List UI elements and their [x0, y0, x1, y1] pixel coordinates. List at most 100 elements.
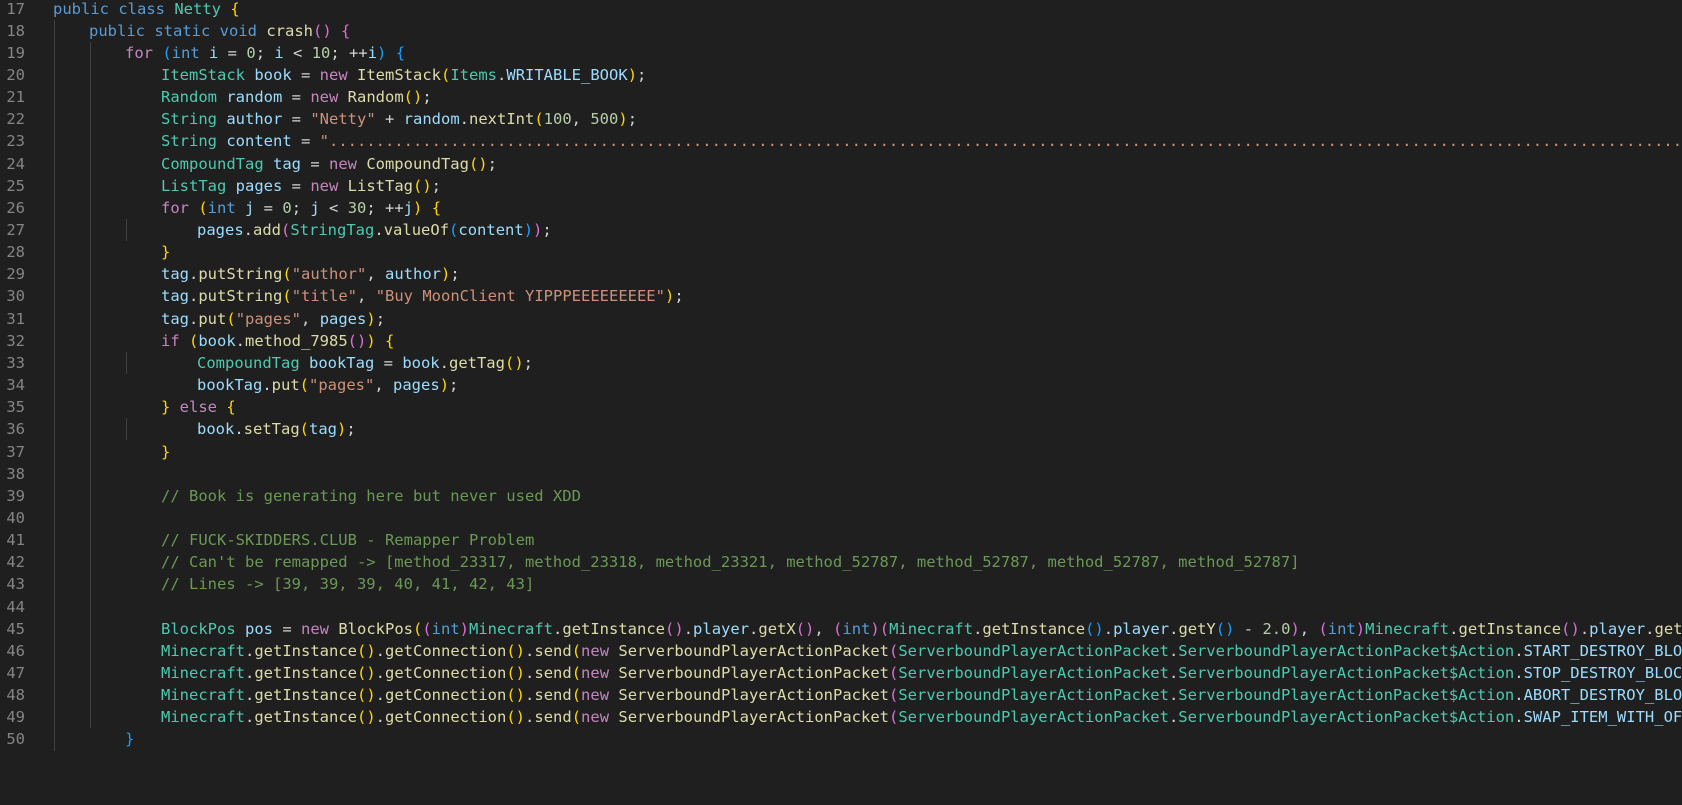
code-token: CompoundTag	[161, 154, 273, 173]
code-line[interactable]: 25 ListTag pages = new ListTag();	[0, 175, 1682, 197]
code-token: new	[581, 664, 619, 682]
code-token: int	[207, 198, 245, 217]
code-token: ,	[357, 287, 376, 306]
code-line[interactable]: 24 CompoundTag tag = new CompoundTag();	[0, 153, 1682, 175]
code-line[interactable]: 20 ItemStack book = new ItemStack(Items.W…	[0, 64, 1682, 86]
code-token: WRITABLE_BOOK	[506, 65, 628, 84]
code-token: (	[1318, 619, 1328, 638]
line-number: 45	[6, 619, 25, 638]
code-token: ServerboundPlayerActionPacket	[898, 664, 1169, 682]
code-token: author	[385, 265, 442, 284]
code-line[interactable]: 38	[0, 463, 1682, 485]
code-token: new	[310, 88, 348, 107]
code-token: .	[375, 708, 386, 727]
code-token: bookTag	[308, 353, 384, 372]
code-line[interactable]: 18 public static void crash() {	[0, 20, 1682, 42]
code-token: )	[459, 619, 470, 638]
code-token: (	[198, 198, 208, 217]
code-line[interactable]: 37}	[0, 441, 1682, 463]
code-token: BlockPos	[161, 619, 245, 638]
code-token: )	[870, 619, 880, 638]
code-line[interactable]: 34 bookTag.put("pages", pages);	[0, 374, 1682, 396]
code-token: Random	[347, 88, 404, 107]
line-code: CompoundTag bookTag = book.getTag();	[197, 352, 533, 374]
code-line[interactable]: 45 BlockPos pos = new BlockPos((int)Minec…	[0, 618, 1682, 640]
code-line[interactable]: 42 // Can't be remapped -> [method_23317,…	[0, 551, 1682, 573]
line-number: 22	[6, 110, 25, 129]
code-token: getInstance	[254, 686, 357, 705]
code-token: ;	[523, 353, 533, 372]
code-editor[interactable]: 17 public class Netty {18 public static vo…	[0, 0, 1682, 805]
code-token: .	[1168, 708, 1179, 727]
code-line[interactable]: 50}	[0, 728, 1682, 750]
line-number: 34	[6, 376, 25, 395]
code-line[interactable]: 33 CompoundTag bookTag = book.getTag();	[0, 352, 1682, 374]
code-token: START_DESTROY_BLOCK	[1523, 641, 1682, 660]
code-token: (	[162, 43, 172, 62]
code-token: if	[161, 331, 189, 350]
code-token: =	[227, 43, 247, 62]
code-token: (	[189, 331, 199, 350]
code-token: .	[553, 619, 563, 638]
code-token: ()	[504, 353, 524, 372]
code-token: ()	[347, 331, 367, 350]
code-token: class	[118, 0, 175, 18]
code-token: )	[627, 65, 638, 84]
line-number: 50	[6, 730, 25, 749]
code-token: getConnection	[385, 686, 507, 705]
code-token: getConnection	[385, 708, 507, 727]
code-token: ()	[357, 664, 376, 682]
code-token: )	[439, 376, 450, 395]
code-line[interactable]: 19 for (int i = 0; i < 10; ++i) {	[0, 42, 1682, 64]
code-token: ServerboundPlayerActionPacket	[898, 641, 1169, 660]
code-line[interactable]: 40	[0, 507, 1682, 529]
code-line[interactable]: 43 // Lines -> [39, 39, 39, 40, 41, 42, 4…	[0, 573, 1682, 595]
line-code: String author = "Netty" + random.nextInt…	[161, 108, 637, 130]
line-number: 46	[6, 641, 25, 660]
code-line[interactable]: 23 String content = "....................…	[0, 130, 1682, 152]
code-line[interactable]: 32 if (book.method_7985()) {	[0, 330, 1682, 352]
code-token: ()	[506, 708, 526, 727]
code-line[interactable]: 29 tag.putString("author", author);	[0, 263, 1682, 285]
code-token: 500	[590, 110, 619, 129]
code-line[interactable]: 26 for (int j = 0; j < 30; ++j) {	[0, 197, 1682, 219]
code-token: =	[282, 619, 301, 638]
code-line[interactable]: 28}	[0, 241, 1682, 263]
code-token: .	[234, 420, 244, 439]
code-token: .	[374, 221, 384, 239]
code-token: =	[301, 65, 320, 84]
code-token: ServerboundPlayerActionPacket	[898, 686, 1169, 705]
code-token: ".......................................…	[319, 132, 1682, 151]
code-token: ()	[403, 88, 423, 107]
code-line[interactable]: 36 book.setTag(tag);	[0, 418, 1682, 440]
code-token: )	[1355, 619, 1366, 638]
code-line[interactable]: 31 tag.put("pages", pages);	[0, 308, 1682, 330]
code-line[interactable]: 44	[0, 596, 1682, 618]
code-line[interactable]: 17 public class Netty {	[0, 0, 1682, 20]
code-token: tag	[161, 287, 189, 306]
code-line[interactable]: 22 String author = "Netty" + random.nextI…	[0, 108, 1682, 130]
code-token: .	[497, 65, 507, 84]
code-token: ServerboundPlayerActionPacket	[618, 708, 889, 727]
code-line[interactable]: 49 Minecraft.getInstance().getConnection(…	[0, 706, 1682, 728]
code-token: (	[449, 221, 459, 239]
code-line[interactable]: 30 tag.putString("title", "Buy MoonClient…	[0, 285, 1682, 307]
line-code: bookTag.put("pages", pages);	[197, 374, 458, 396]
code-token: ;	[487, 154, 497, 173]
code-line[interactable]: 47 Minecraft.getInstance().getConnection(…	[0, 662, 1682, 684]
line-code: // Can't be remapped -> [method_23317, m…	[161, 551, 1299, 573]
code-line[interactable]: 35} else {	[0, 396, 1682, 418]
code-line[interactable]: 39 // Book is generating here but never u…	[0, 485, 1682, 507]
code-token: <	[293, 43, 312, 62]
code-line[interactable]: 46 Minecraft.getInstance().getConnection(…	[0, 640, 1682, 662]
code-token: send	[534, 708, 572, 727]
code-token: .	[189, 309, 199, 328]
code-line[interactable]: 41 // FUCK-SKIDDERS.CLUB - Remapper Probl…	[0, 529, 1682, 551]
line-code: public static void crash() {	[89, 20, 350, 42]
code-line[interactable]: 27 pages.add(StringTag.valueOf(content));	[0, 219, 1682, 241]
code-line[interactable]: 48 Minecraft.getInstance().getConnection(…	[0, 684, 1682, 706]
code-line[interactable]: 21 Random random = new Random();	[0, 86, 1682, 108]
code-token: getInstance	[254, 708, 357, 727]
code-token: .	[1579, 619, 1590, 638]
code-token: ServerboundPlayerActionPacket	[618, 686, 889, 705]
